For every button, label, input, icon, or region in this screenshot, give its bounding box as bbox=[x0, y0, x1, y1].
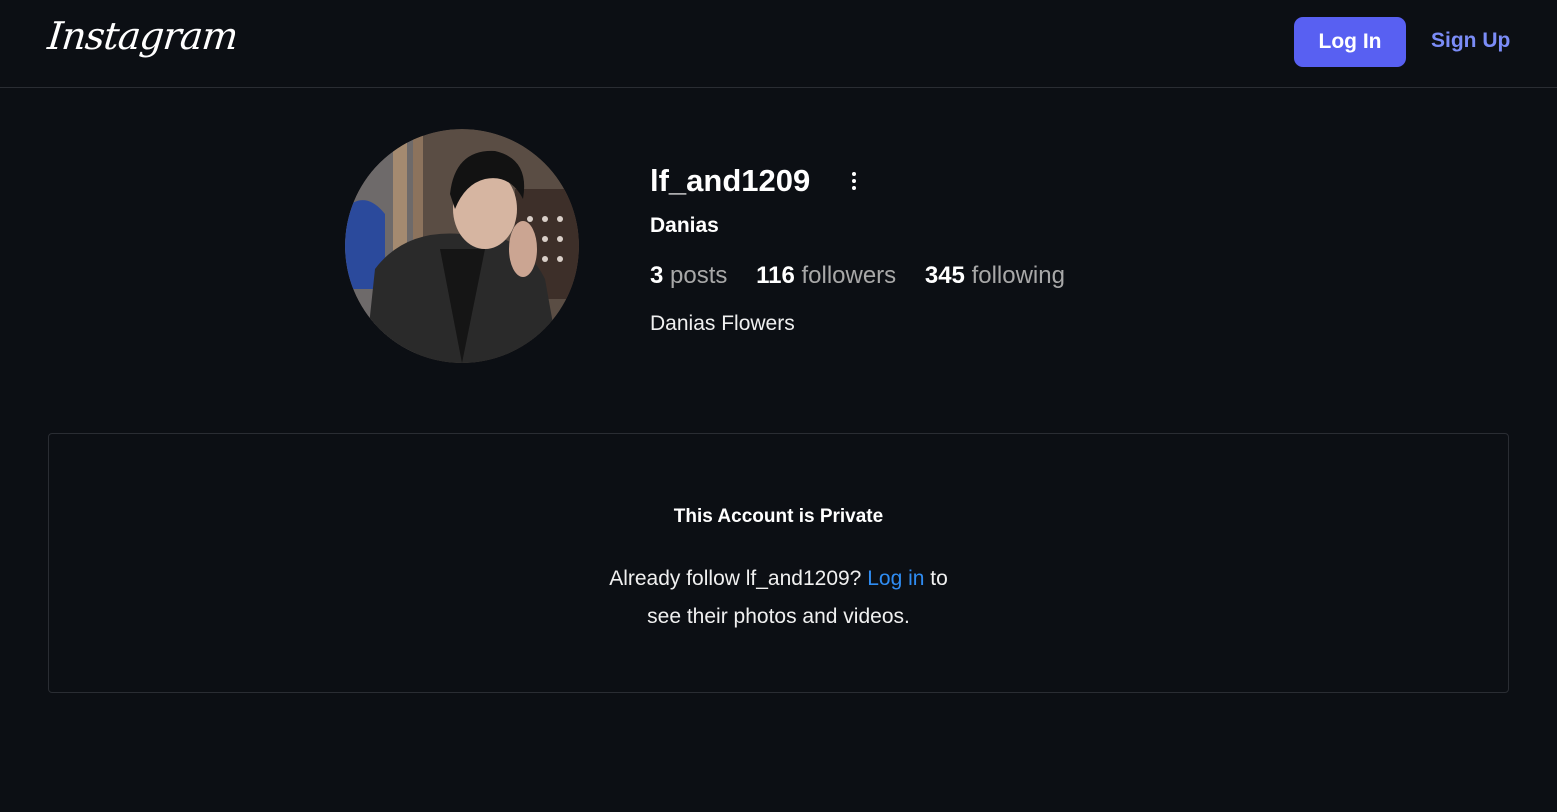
private-title: This Account is Private bbox=[673, 506, 884, 527]
followers-count: 116 bbox=[756, 262, 795, 289]
posts-label: posts bbox=[670, 262, 728, 289]
avatar bbox=[345, 129, 579, 363]
avatar-image bbox=[345, 129, 579, 363]
login-button[interactable]: Log In bbox=[1294, 17, 1406, 67]
instagram-logo[interactable]: Instagram bbox=[46, 14, 240, 58]
following-count: 345 bbox=[924, 262, 965, 289]
posts-stat: 3 posts bbox=[650, 262, 734, 289]
following-label: following bbox=[971, 262, 1065, 289]
private-login-link[interactable]: Log in bbox=[867, 567, 924, 590]
followers-label: followers bbox=[801, 262, 897, 289]
profile-bio: Danias Flowers bbox=[650, 312, 795, 335]
private-message-prefix: Already follow lf_and1209? bbox=[609, 567, 862, 590]
more-options-icon[interactable] bbox=[844, 168, 864, 194]
top-nav: Instagram Log In Sign Up bbox=[0, 0, 1557, 88]
private-message-suffix-2: see their photos and videos. bbox=[647, 605, 910, 628]
profile-stats: 3 posts 116 followers 345 following bbox=[650, 262, 1087, 290]
following-stat[interactable]: 345 following bbox=[925, 262, 1065, 289]
private-account-notice: This Account is Private Already follow l… bbox=[48, 433, 1509, 693]
signup-link[interactable]: Sign Up bbox=[1431, 29, 1510, 53]
posts-count: 3 bbox=[650, 262, 664, 289]
private-message-suffix-1: to bbox=[930, 567, 948, 590]
followers-stat[interactable]: 116 followers bbox=[756, 262, 903, 289]
profile-full-name: Danias bbox=[650, 214, 719, 237]
profile-username: lf_and1209 bbox=[650, 163, 811, 198]
private-message: Already follow lf_and1209? Log in to see… bbox=[49, 560, 1508, 636]
